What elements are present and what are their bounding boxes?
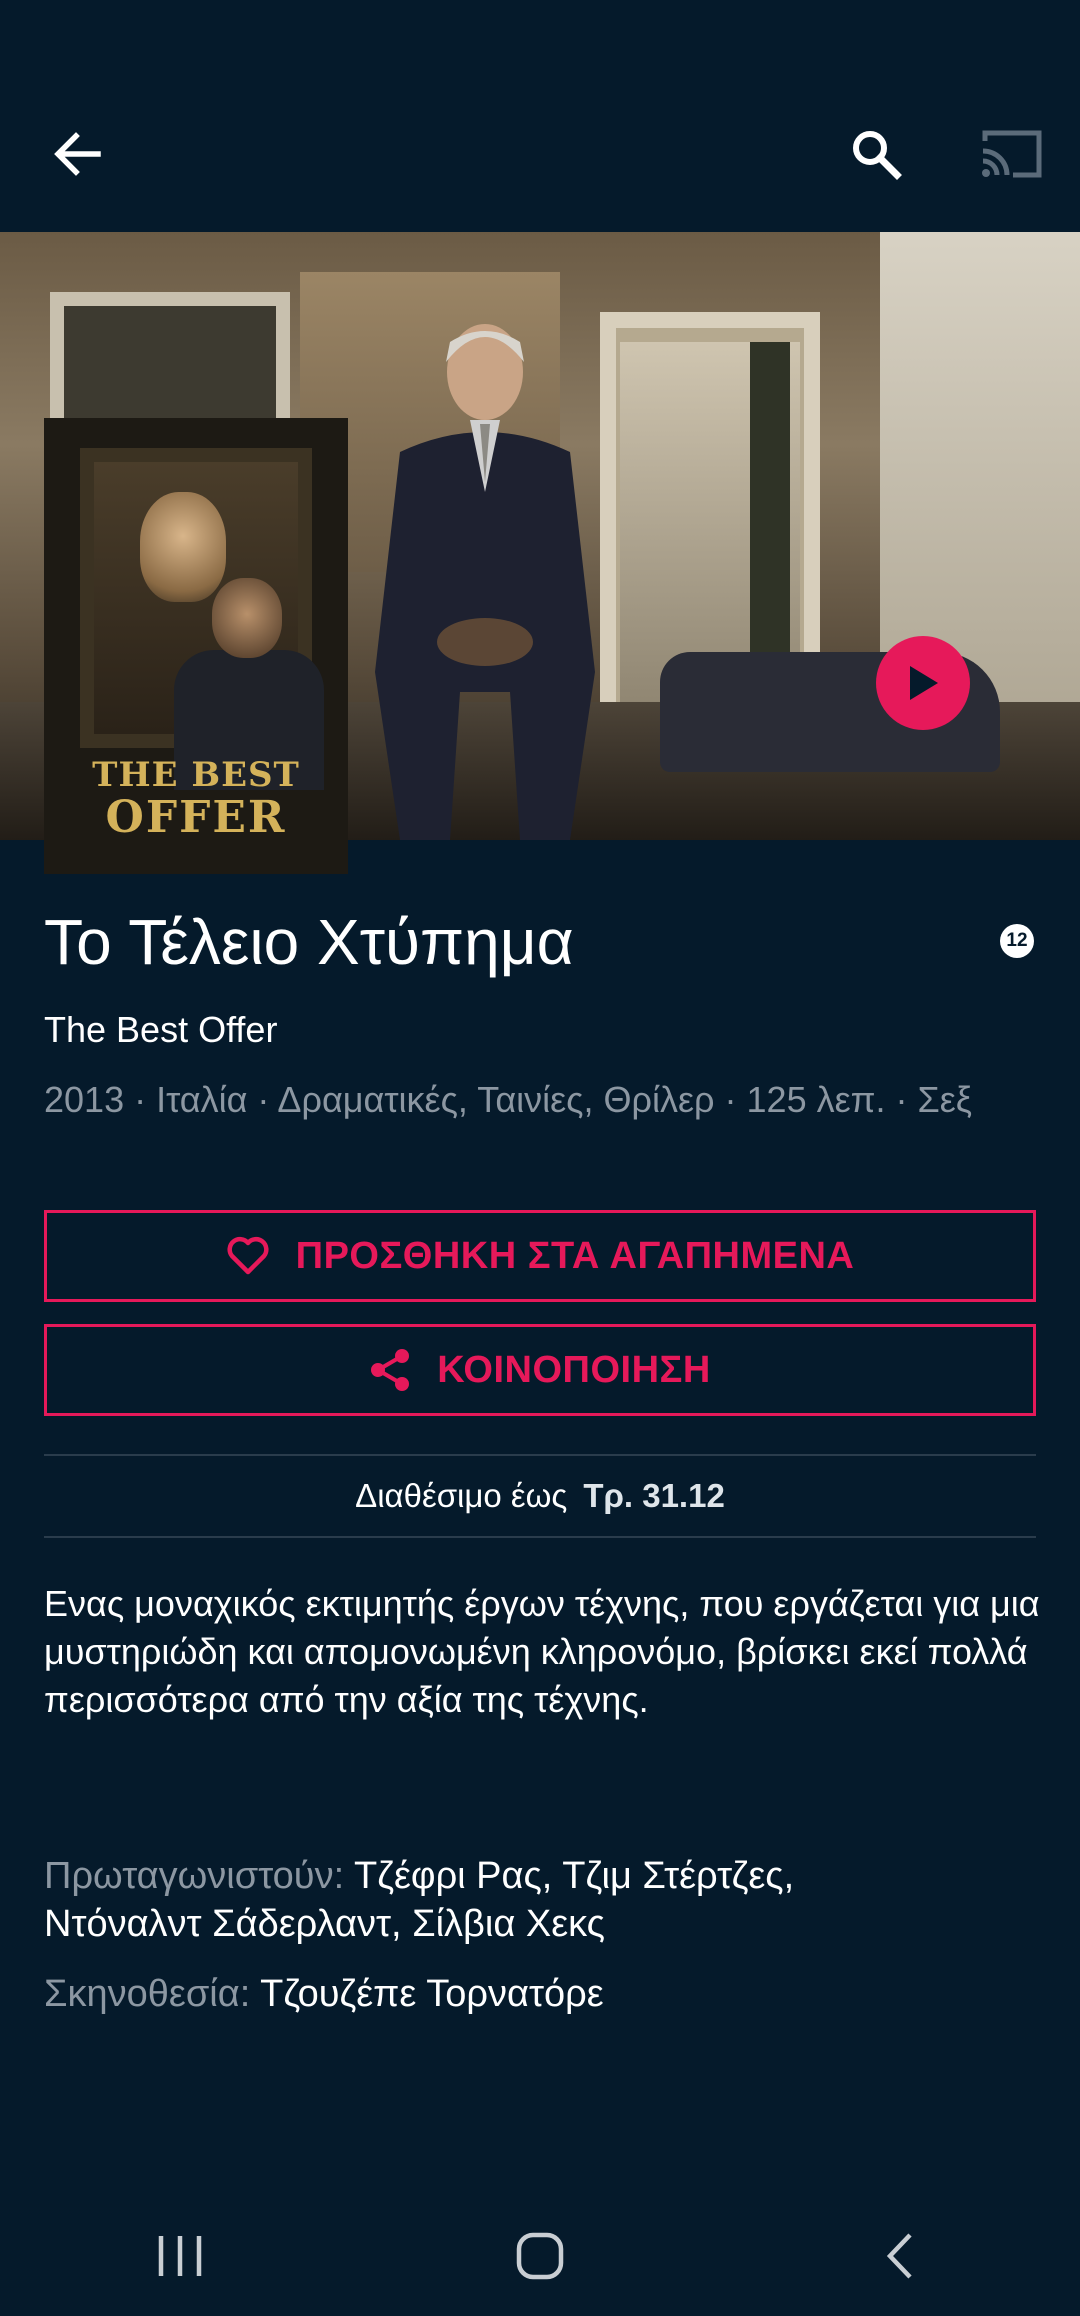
hero-figure <box>375 324 595 840</box>
share-label: ΚΟΙΝΟΠΟΙΗΣΗ <box>437 1348 711 1391</box>
play-button[interactable] <box>876 636 970 730</box>
availability-bar: Διαθέσιμο έως Τρ. 31.12 <box>44 1454 1036 1538</box>
cast-icon <box>982 130 1042 178</box>
share-button[interactable]: ΚΟΙΝΟΠΟΙΗΣΗ <box>44 1324 1036 1416</box>
search-button[interactable] <box>826 112 926 196</box>
cast-label: Πρωταγωνιστούν: <box>44 1855 345 1897</box>
movie-meta: 2013 · Ιταλία · Δραματικές, Ταινίες, Θρί… <box>44 1079 972 1120</box>
director-name: Τζουζέπε Τορνατόρε <box>260 1973 604 2015</box>
availability-label: Διαθέσιμο έως <box>355 1477 568 1514</box>
cast-names-1: Τζέφρι Ρας, Τζιμ Στέρτζες, <box>354 1855 795 1897</box>
credits: Πρωταγωνιστούν: Τζέφρι Ρας, Τζιμ Στέρτζε… <box>44 1852 1044 2018</box>
top-app-bar <box>0 0 1080 232</box>
movie-description: Ενας μοναχικός εκτιμητής έργων τέχνης, π… <box>44 1583 1040 1720</box>
system-navigation-bar <box>0 2196 1080 2316</box>
arrow-left-icon <box>54 132 101 176</box>
back-button[interactable] <box>30 112 124 196</box>
age-rating-badge: 12 <box>1000 924 1034 958</box>
home-button[interactable] <box>470 2206 610 2306</box>
search-icon <box>853 131 902 180</box>
cast-button[interactable] <box>960 112 1064 196</box>
poster-title-line1: THE BEST <box>92 755 300 795</box>
movie-title: Το Τέλειο Χτύπημα <box>44 906 574 978</box>
system-back-button[interactable] <box>830 2206 970 2306</box>
cast-names-2: Ντόναλντ Σάδερλαντ, Σίλβια Χεκς <box>44 1903 605 1945</box>
original-title: The Best Offer <box>44 1009 278 1050</box>
poster-title-line2: OFFER <box>105 792 287 843</box>
poster-woman <box>140 492 226 602</box>
recents-button[interactable] <box>110 2206 250 2306</box>
back-chevron-icon <box>886 2233 912 2279</box>
director-label: Σκηνοθεσία: <box>44 1973 251 2015</box>
recents-icon <box>158 2236 202 2276</box>
add-to-favorites-label: ΠΡΟΣΘΗΚΗ ΣΤΑ ΑΓΑΠΗΜΕΝΑ <box>295 1234 855 1277</box>
movie-poster: THE BEST OFFER <box>44 418 348 874</box>
cast-line-1: Πρωταγωνιστούν: Τζέφρι Ρας, Τζιμ Στέρτζε… <box>44 1852 1044 1900</box>
heart-icon <box>227 1236 269 1275</box>
poster-title: THE BEST OFFER <box>44 758 348 840</box>
share-icon <box>371 1349 410 1391</box>
add-to-favorites-button[interactable]: ΠΡΟΣΘΗΚΗ ΣΤΑ ΑΓΑΠΗΜΕΝΑ <box>44 1210 1036 1302</box>
director-line: Σκηνοθεσία: Τζουζέπε Τορνατόρε <box>44 1970 1044 2018</box>
availability-date: Τρ. 31.12 <box>583 1477 725 1514</box>
play-icon <box>910 666 938 700</box>
home-icon <box>516 2232 564 2280</box>
poster-man <box>212 578 282 658</box>
